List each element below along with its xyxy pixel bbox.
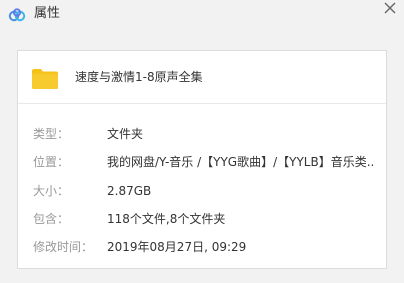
property-row-size: 大小： 2.87GB — [18, 181, 386, 201]
location-link[interactable]: 我的网盘/Y-音乐 /【YYG歌曲】/【YYLB】音乐类... — [107, 152, 375, 172]
cloud-icon — [8, 7, 26, 22]
close-icon[interactable] — [381, 0, 399, 18]
folder-icon — [32, 69, 58, 89]
title-bar: 属性 — [0, 0, 404, 30]
property-row-contents: 包含： 118个文件,8个文件夹 — [18, 209, 386, 229]
property-row-location: 位置： 我的网盘/Y-音乐 /【YYG歌曲】/【YYLB】音乐类... — [18, 152, 386, 172]
property-label: 位置： — [33, 155, 70, 169]
property-row-modified: 修改时间： 2019年08月27日, 09:29 — [18, 237, 386, 257]
property-row-type: 类型： 文件夹 — [18, 124, 386, 144]
property-label: 大小： — [33, 184, 70, 198]
divider — [18, 103, 386, 104]
property-value: 2019年08月27日, 09:29 — [107, 240, 247, 254]
property-label: 修改时间： — [33, 240, 94, 254]
property-value: 2.87GB — [107, 184, 152, 198]
property-value: 文件夹 — [107, 127, 144, 141]
property-label: 类型： — [33, 127, 70, 141]
folder-name: 速度与激情1-8原声全集 — [75, 70, 203, 84]
properties-panel: 速度与激情1-8原声全集 类型： 文件夹 位置： 我的网盘/Y-音乐 /【YYG… — [17, 50, 387, 269]
property-label: 包含： — [33, 212, 70, 226]
property-value: 118个文件,8个文件夹 — [107, 212, 226, 226]
window-title: 属性 — [34, 6, 61, 21]
